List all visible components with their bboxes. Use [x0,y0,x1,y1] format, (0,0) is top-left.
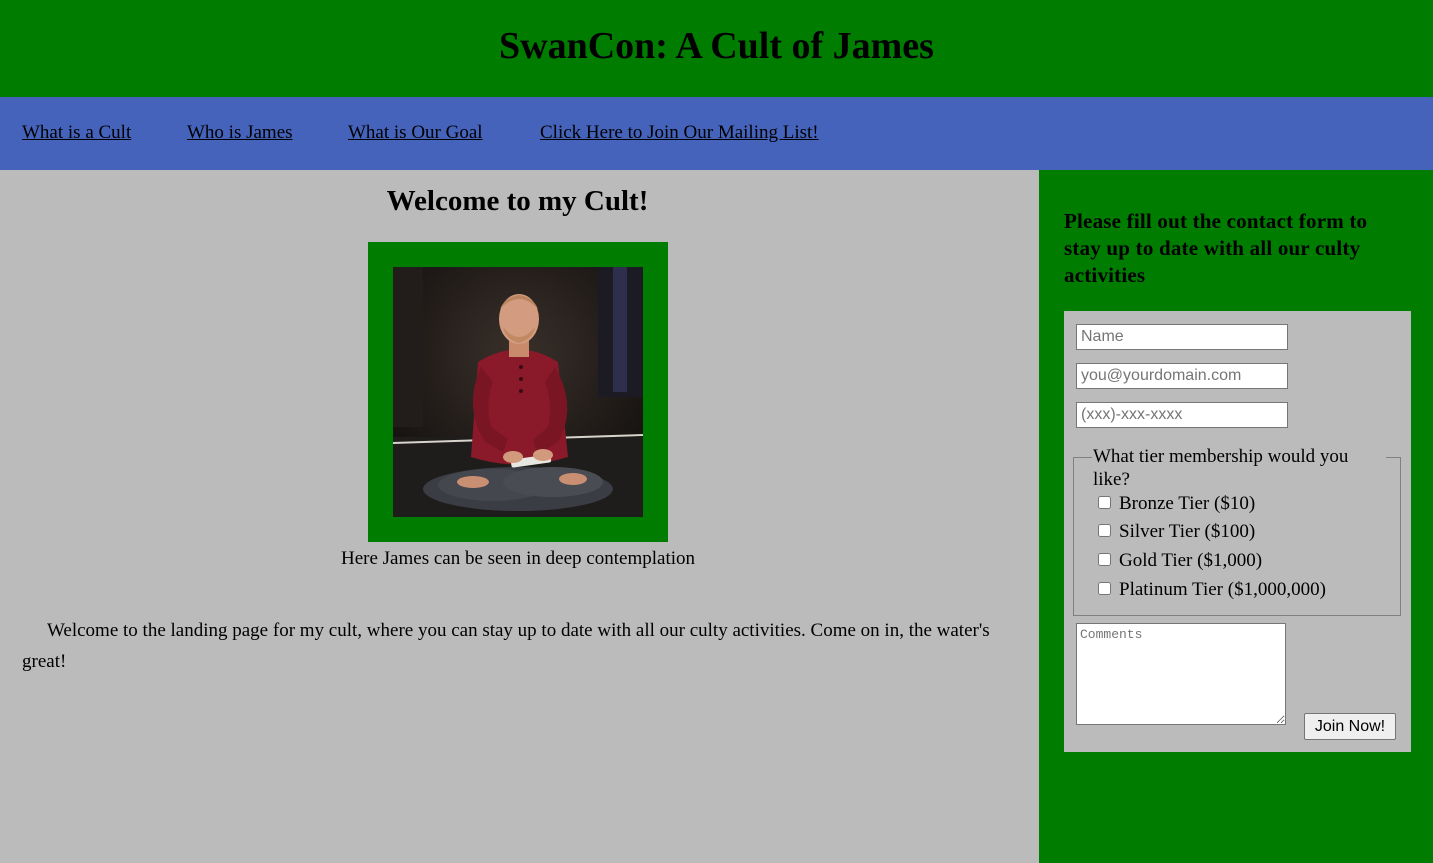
contact-heading: Please fill out the contact form to stay… [1064,209,1368,287]
tier-checkbox-bronze[interactable] [1098,495,1111,509]
tier-option-silver[interactable]: Silver Tier ($100) [1098,521,1255,543]
comments-field[interactable] [1076,623,1286,725]
site-title: SwanCon: A Cult of James [499,24,934,67]
nav-link-what-is-our-goal[interactable]: What is Our Goal [348,122,483,144]
james-meditating-image [393,267,643,517]
nav-link-what-is-a-cult[interactable]: What is a Cult [22,122,131,144]
tier-legend: What tier membership would you like? [1092,445,1386,491]
tier-checkbox-platinum[interactable] [1098,581,1111,595]
main-content: Welcome to my Cult! Here James can be se… [0,170,1039,863]
tier-checkbox-gold[interactable] [1098,552,1111,566]
tier-checkbox-silver[interactable] [1098,523,1111,537]
intro-paragraph: Welcome to the landing page for my cult,… [22,620,990,672]
tier-fieldset: What tier membership would you like? Bro… [1073,445,1401,616]
welcome-heading: Welcome to my Cult! [386,185,649,217]
contact-form: What tier membership would you like? Bro… [1064,311,1411,752]
tier-option-gold[interactable]: Gold Tier ($1,000) [1098,550,1262,572]
nav-link-join-mailing-list[interactable]: Click Here to Join Our Mailing List! [540,122,819,144]
join-now-button[interactable]: Join Now! [1304,713,1396,740]
tier-label-silver: Silver Tier ($100) [1119,521,1256,542]
tier-label-platinum: Platinum Tier ($1,000,000) [1119,579,1326,600]
main-nav: What is a Cult Who is James What is Our … [0,97,1433,170]
james-photo [393,267,643,517]
tier-option-platinum[interactable]: Platinum Tier ($1,000,000) [1098,579,1326,601]
tier-option-bronze[interactable]: Bronze Tier ($10) [1098,493,1255,515]
tier-label-bronze: Bronze Tier ($10) [1119,493,1256,514]
phone-field[interactable] [1076,402,1288,428]
contact-sidebar: Please fill out the contact form to stay… [1039,170,1433,863]
site-header: SwanCon: A Cult of James [0,0,1433,97]
tier-label-gold: Gold Tier ($1,000) [1119,550,1263,571]
name-field[interactable] [1076,324,1288,350]
photo-caption: Here James can be seen in deep contempla… [341,548,695,569]
email-field[interactable] [1076,363,1288,389]
photo-frame [368,242,668,542]
nav-link-who-is-james[interactable]: Who is James [187,122,293,144]
